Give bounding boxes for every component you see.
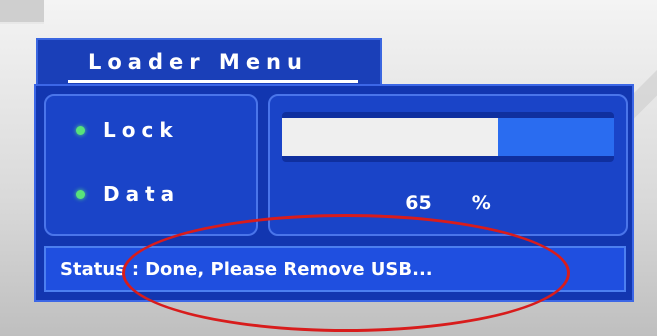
menu-title: Loader Menu [88,50,308,74]
data-led-icon [76,189,85,199]
title-underline [68,80,358,83]
progress-track [282,118,614,156]
loader-menu-tab: Loader Menu [36,38,382,90]
status-label: Status [60,258,126,280]
lock-indicator: Lock [76,118,179,142]
percent-symbol: % [471,192,491,214]
lock-led-icon [76,125,85,135]
percent-value: 65 [405,192,432,214]
progress-percentage: 65 % [270,192,626,214]
data-label: Data [103,182,181,206]
annotation-circle [122,214,570,332]
progress-fill [282,118,498,156]
corner-mark [0,0,44,24]
lock-label: Lock [103,118,179,142]
progress-bar [282,112,614,162]
data-indicator: Data [76,182,180,206]
indicator-panel: Lock Data [44,94,258,236]
